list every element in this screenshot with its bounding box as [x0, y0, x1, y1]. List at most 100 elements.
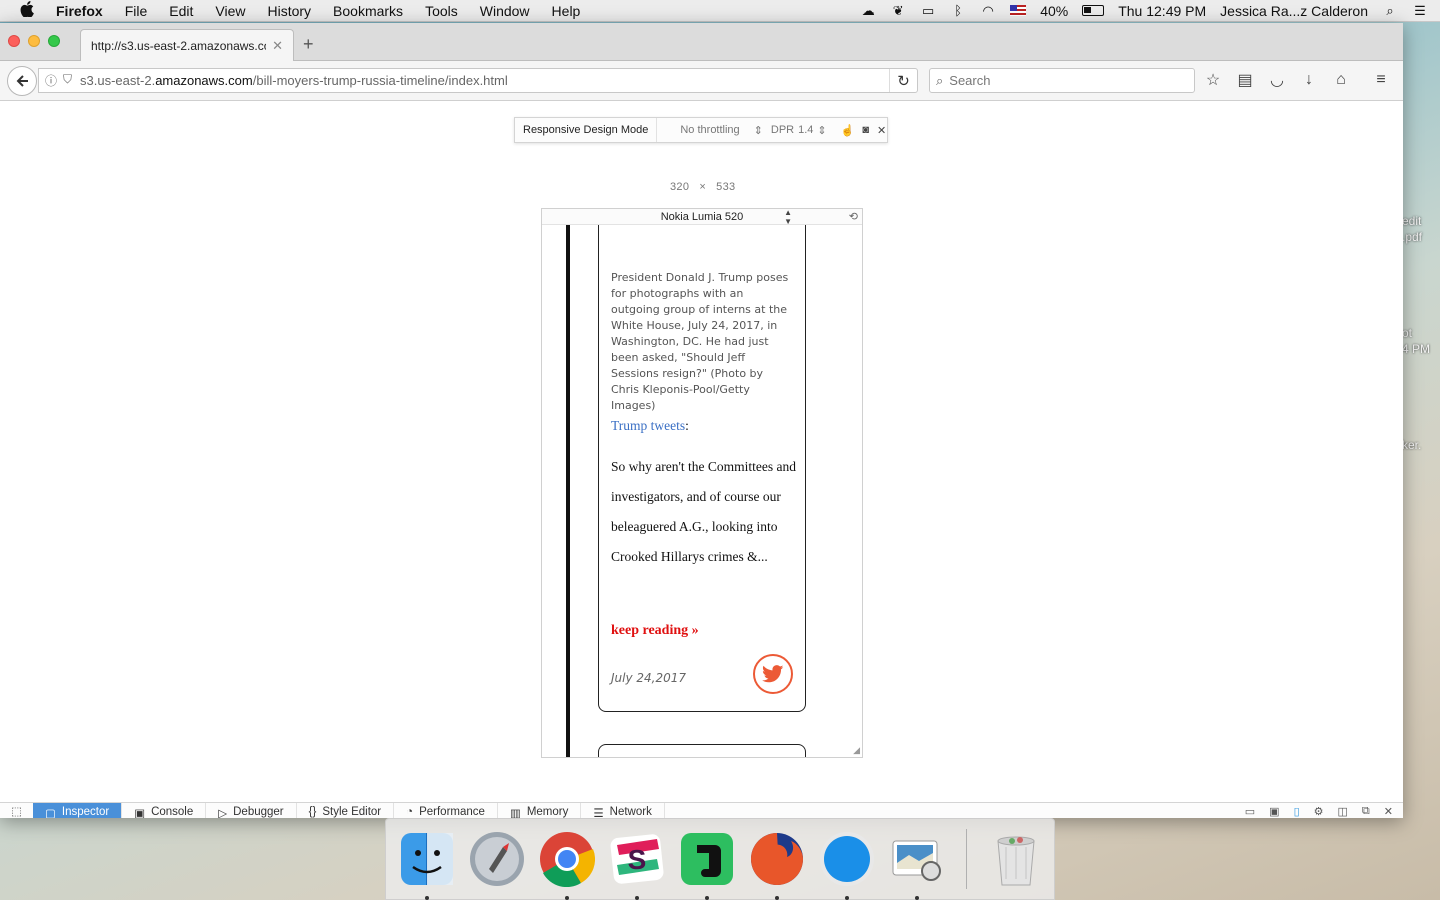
bookmark-star-icon[interactable]: ☆	[1203, 70, 1223, 90]
menu-history[interactable]: History	[267, 3, 311, 19]
desktop-file-label[interactable]: edit	[1402, 214, 1421, 228]
rotate-viewport-icon[interactable]: ⟲	[849, 210, 858, 223]
tweet-intro: Trump tweets:	[611, 418, 689, 433]
site-info-icon[interactable]: ⓘ	[45, 72, 57, 89]
battery-icon[interactable]	[1082, 5, 1105, 16]
close-window-button[interactable]	[8, 35, 20, 47]
tab-bar: http://s3.us-east-2.amazonaws.co ✕ +	[0, 23, 1403, 62]
browser-tab[interactable]: http://s3.us-east-2.amazonaws.co ✕	[80, 29, 294, 62]
keep-reading-link[interactable]: keep reading »	[611, 623, 699, 639]
bluetooth-icon[interactable]: ᛒ	[950, 3, 966, 18]
dock-separator	[966, 829, 967, 889]
battery-percent: 40%	[1040, 2, 1069, 19]
url-bar[interactable]: ⓘ ⛉ s3.us-east-2.amazonaws.com/bill-moye…	[38, 68, 918, 93]
user-name[interactable]: Jessica Ra...z Calderon	[1220, 3, 1368, 19]
menu-help[interactable]: Help	[552, 3, 581, 19]
clock[interactable]: Thu 12:49 PM	[1118, 3, 1206, 19]
slack-icon[interactable]: S	[606, 828, 668, 900]
tab-debugger[interactable]: ▷ Debugger	[206, 803, 297, 818]
desktop-file-label[interactable]: ot	[1402, 326, 1412, 340]
device-viewport-frame: Nokia Lumia 520 ▲ ▼ ⟲ President Donald J.…	[541, 208, 863, 758]
menu-tools[interactable]: Tools	[425, 3, 458, 19]
dpr-select[interactable]: DPR 1.4 ⇕	[771, 124, 827, 137]
device-name: Nokia Lumia 520	[660, 210, 744, 223]
menu-file[interactable]: File	[125, 3, 148, 19]
creative-cloud-icon[interactable]: ☁	[860, 3, 876, 18]
twitter-share-button[interactable]	[753, 654, 793, 694]
search-input[interactable]: ⌕ Search	[929, 68, 1195, 93]
desktop-file-label[interactable]: ker.	[1402, 438, 1421, 452]
airplay-icon[interactable]: ▭	[920, 3, 936, 18]
memory-icon: ▥	[509, 808, 521, 818]
select-arrows-icon: ⇕	[817, 124, 827, 137]
desktop-file-label[interactable]: 4 PM	[1402, 342, 1430, 356]
responsive-mode-icon[interactable]: ▯	[1294, 805, 1300, 818]
tab-performance[interactable]: ◔ Performance	[394, 803, 498, 818]
menu-view[interactable]: View	[215, 3, 245, 19]
notification-center-icon[interactable]: ☰	[1412, 3, 1428, 18]
tab-style-editor[interactable]: {} Style Editor	[297, 803, 395, 818]
throttling-select[interactable]: No throttling ⇕	[657, 124, 771, 137]
network-icon: ☰	[593, 808, 604, 818]
new-tab-button[interactable]: +	[303, 34, 314, 55]
reading-list-icon[interactable]: ▤	[1235, 70, 1255, 90]
svg-text:S: S	[628, 844, 647, 875]
pocket-icon[interactable]: ◡	[1267, 70, 1287, 90]
element-picker-icon[interactable]: ⬚	[0, 803, 33, 818]
downloads-icon[interactable]: ↓	[1299, 70, 1319, 90]
rdm-title: Responsive Design Mode	[515, 118, 658, 142]
input-source-flag-icon[interactable]	[1010, 5, 1027, 16]
device-select[interactable]: Nokia Lumia 520 ▲ ▼ ⟲	[542, 208, 862, 226]
separate-window-icon[interactable]: ⧉	[1362, 805, 1370, 818]
tracking-shield-icon[interactable]: ⛉	[63, 72, 72, 89]
evernote-icon[interactable]	[676, 828, 738, 900]
screenshot-camera-icon[interactable]: ◙	[862, 124, 869, 137]
spotlight-icon[interactable]: ⌕	[1382, 3, 1398, 18]
style-editor-icon: {}	[308, 806, 317, 818]
photo-caption: President Donald J. Trump poses for phot…	[611, 271, 789, 412]
tab-network[interactable]: ☰ Network	[581, 803, 665, 818]
select-arrows-icon: ⇕	[753, 124, 763, 137]
timeline-line	[566, 225, 570, 757]
desktop-file-label[interactable]: .pdf	[1402, 230, 1422, 244]
reload-icon[interactable]: ↻	[889, 69, 917, 92]
firefox-icon[interactable]	[746, 828, 808, 900]
url-text[interactable]: s3.us-east-2.amazonaws.com/bill-moyers-t…	[80, 73, 889, 88]
menu-bookmarks[interactable]: Bookmarks	[333, 3, 403, 19]
tab-close-icon[interactable]: ✕	[272, 38, 283, 54]
launchpad-icon[interactable]	[466, 828, 528, 890]
minimize-window-button[interactable]	[28, 35, 40, 47]
window-controls	[8, 35, 60, 47]
close-rdm-icon[interactable]: ✕	[877, 124, 886, 137]
back-button[interactable]	[7, 66, 37, 96]
menu-window[interactable]: Window	[480, 3, 530, 19]
tab-console[interactable]: ▣ Console	[122, 803, 207, 818]
wifi-icon[interactable]: ◠	[980, 3, 996, 18]
viewport-resize-handle[interactable]: ◢	[853, 745, 860, 756]
touch-simulation-icon[interactable]: ☝	[841, 124, 855, 137]
split-console-icon[interactable]: ▭	[1245, 805, 1255, 818]
menu-edit[interactable]: Edit	[169, 3, 193, 19]
close-devtools-icon[interactable]: ✕	[1384, 805, 1393, 818]
console-icon: ▣	[134, 808, 146, 818]
dock-side-icon[interactable]: ◫	[1338, 805, 1348, 818]
finder-icon[interactable]	[396, 828, 458, 900]
zoom-window-button[interactable]	[48, 35, 60, 47]
scratchpad-icon[interactable]: ▣	[1269, 805, 1279, 818]
chrome-icon[interactable]	[536, 828, 598, 900]
tab-inspector[interactable]: ▢ Inspector	[33, 803, 123, 818]
twitter-bird-icon	[762, 665, 784, 683]
home-icon[interactable]: ⌂	[1331, 70, 1351, 90]
menu-app-name[interactable]: Firefox	[56, 3, 103, 19]
apple-menu-icon[interactable]	[20, 0, 38, 21]
safari-icon[interactable]	[816, 828, 878, 900]
trash-icon[interactable]	[985, 828, 1047, 890]
evernote-menu-icon[interactable]: ❦	[890, 3, 906, 18]
trump-tweets-link[interactable]: Trump tweets	[611, 418, 685, 433]
viewport-dimensions[interactable]: 320 × 533	[670, 181, 735, 193]
settings-gear-icon[interactable]: ⚙	[1314, 805, 1324, 818]
select-arrows-icon: ▲ ▼	[784, 208, 792, 226]
tab-memory[interactable]: ▥ Memory	[498, 803, 582, 818]
hamburger-menu-icon[interactable]: ≡	[1371, 70, 1391, 90]
preview-icon[interactable]	[886, 828, 948, 900]
